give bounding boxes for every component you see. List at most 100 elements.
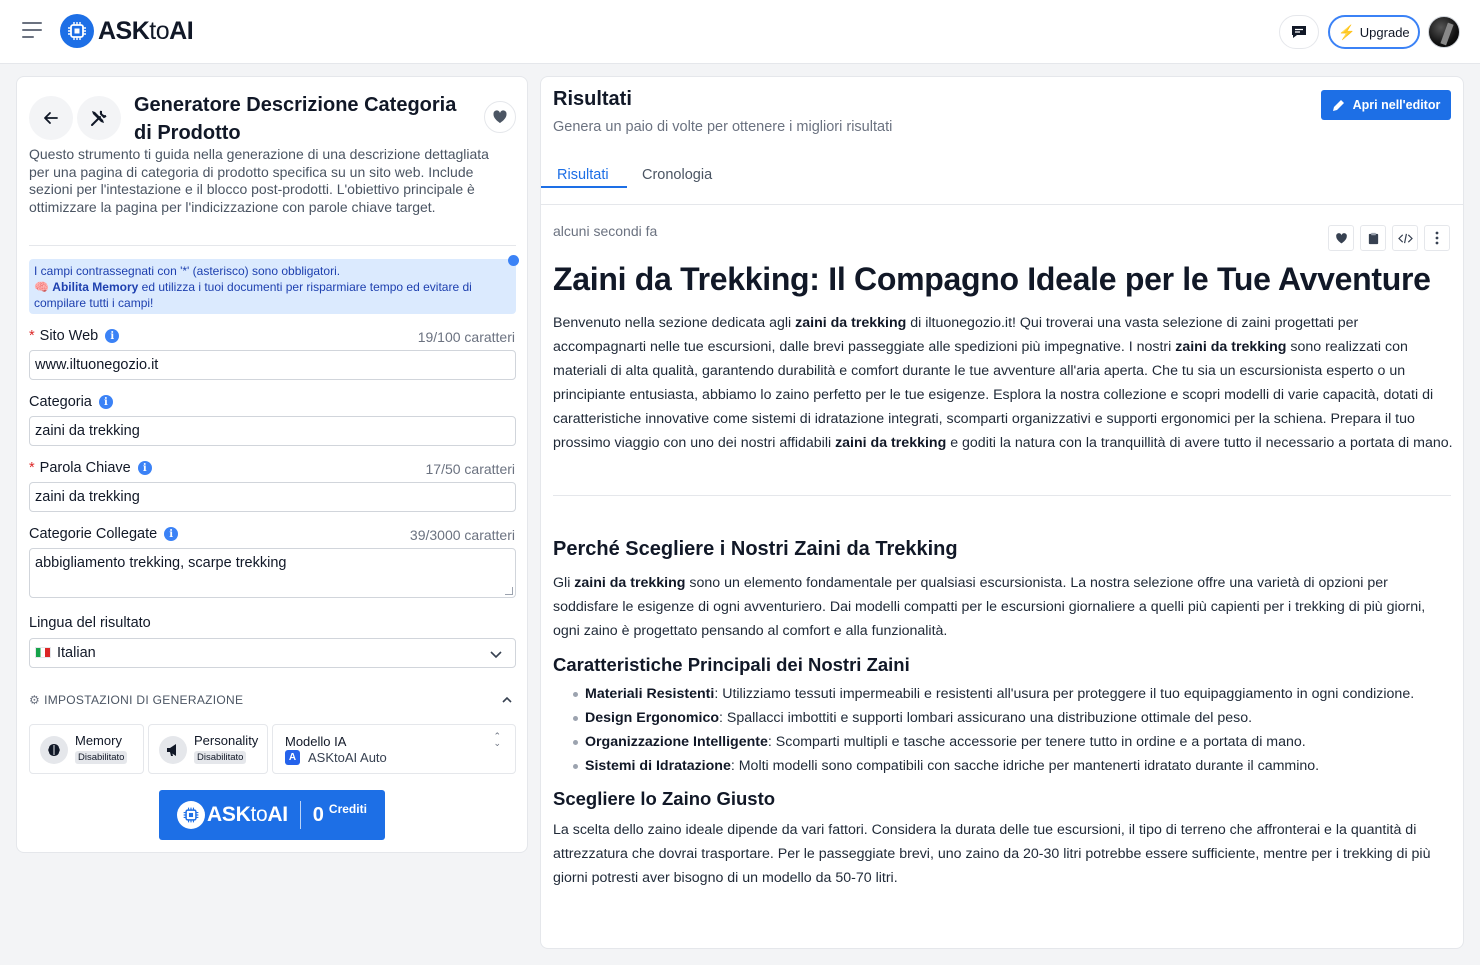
notice-box: I campi contrassegnati con '*' (asterisc… [29, 259, 516, 314]
info-icon[interactable]: i [164, 527, 179, 541]
logo-chip-icon [60, 14, 94, 48]
bolt-icon: ⚡ [1338, 23, 1356, 40]
upgrade-button[interactable]: ⚡ Upgrade [1328, 15, 1420, 49]
generate-logo-text: ASKtoAI [207, 803, 288, 826]
favorite-result-button[interactable] [1328, 225, 1354, 251]
article-content: Zaini da Trekking: Il Compagno Ideale pe… [553, 257, 1453, 890]
parola-chiave-counter: 17/50 caratteri [425, 461, 516, 477]
updown-chevron-icon: ⌃ ⌄ [493, 731, 501, 748]
list-item: Materiali Resistenti: Utilizziamo tessut… [573, 682, 1453, 706]
article-heading-features: Caratteristiche Principali dei Nostri Za… [553, 654, 910, 675]
top-bar: ASKtoAI ⚡ Upgrade [0, 0, 1480, 64]
article-intro: Benvenuto nella sezione dedicata agli za… [553, 315, 1453, 451]
model-value: A ASKtoAI Auto [285, 750, 387, 765]
favorite-button[interactable] [484, 101, 516, 133]
tab-risultati[interactable]: Risultati [557, 167, 609, 183]
megaphone-icon [159, 736, 187, 764]
chevron-up-icon[interactable] [501, 694, 513, 706]
more-vertical-icon [1435, 231, 1439, 245]
divider [29, 245, 516, 246]
app-logo[interactable]: ASKtoAI [60, 14, 194, 48]
result-timestamp: alcuni secondi fa [553, 223, 658, 239]
asktoai-model-icon: A [285, 750, 300, 765]
article-paragraph-why: Gli zaini da trekking sono un elemento f… [553, 575, 1426, 639]
active-tab-indicator [541, 186, 627, 188]
arrow-left-icon [44, 112, 58, 124]
list-item: Sistemi di Idratazione: Molti modelli so… [573, 754, 1453, 778]
list-item: Design Ergonomico: Spallacci imbottiti e… [573, 706, 1453, 730]
clipboard-icon [1368, 232, 1378, 244]
notification-dot [508, 255, 519, 266]
tools-button[interactable] [77, 96, 121, 140]
memory-status-badge: Disabilitato [75, 751, 128, 764]
heart-icon [1335, 232, 1347, 243]
sito-web-input[interactable]: www.iltuonegozio.it [29, 350, 516, 380]
categorie-collegate-counter: 39/3000 caratteri [409, 527, 515, 543]
enable-memory-link[interactable]: Abilita Memory [52, 280, 138, 294]
article-heading-choose: Scegliere lo Zaino Giusto [553, 788, 776, 809]
article-title: Zaini da Trekking: Il Compagno Ideale pe… [553, 261, 1431, 297]
brain-icon: 🧠 [34, 280, 49, 294]
article-heading-why: Perché Scegliere i Nostri Zaini da Trekk… [553, 538, 958, 560]
chat-icon [1292, 26, 1306, 38]
credits-count: 0 [312, 803, 324, 826]
features-list: Materiali Resistenti: Utilizziamo tessut… [553, 682, 1453, 778]
pencil-icon [1332, 100, 1344, 111]
lingua-label: Lingua del risultato [29, 615, 151, 631]
memory-card[interactable]: Memory Disabilitato [29, 724, 144, 774]
tab-cronologia[interactable]: Cronologia [642, 167, 712, 183]
sito-web-counter: 19/100 caratteri [417, 329, 515, 345]
article-paragraph-choose: La scelta dello zaino ideale dipende da … [553, 822, 1431, 886]
categoria-input[interactable]: zaini da trekking [29, 416, 516, 446]
article-divider [553, 495, 1451, 496]
credits-label: Crediti [328, 802, 367, 816]
info-icon[interactable]: i [137, 461, 152, 475]
generation-settings-toggle[interactable]: ⚙ IMPOSTAZIONI DI GENERAZIONE [29, 693, 516, 707]
model-title: Modello IA [285, 734, 347, 749]
parola-chiave-input[interactable]: zaini da trekking [29, 482, 516, 512]
avatar[interactable] [1428, 16, 1460, 48]
logo-chip-icon [177, 801, 205, 829]
personality-title: Personality [194, 733, 259, 748]
generate-button[interactable]: ASKtoAI 0 Crediti [159, 790, 385, 840]
categorie-collegate-value: abbigliamento trekking, scarpe trekking [35, 555, 287, 571]
info-icon[interactable]: i [98, 395, 113, 409]
tabs-divider [541, 204, 1463, 205]
results-subtitle: Genera un paio di volte per ottenere i m… [553, 119, 893, 135]
personality-card[interactable]: Personality Disabilitato [148, 724, 268, 774]
logo-text: ASKtoAI [98, 16, 194, 45]
model-select[interactable]: Modello IA A ASKtoAI Auto ⌃ ⌄ [272, 724, 516, 774]
tool-description: Questo strumento ti guida nella generazi… [29, 146, 489, 215]
tool-title: Generatore Descrizione Categoria di Prod… [134, 94, 457, 144]
categorie-collegate-textarea[interactable]: abbigliamento trekking, scarpe trekking [29, 548, 516, 598]
open-editor-button[interactable]: Apri nell'editor [1321, 90, 1451, 120]
categoria-label: Categoria i [29, 394, 113, 410]
gear-icon: ⚙ [29, 693, 41, 707]
tools-icon [91, 110, 107, 126]
results-title: Risultati [553, 88, 632, 110]
menu-icon[interactable] [22, 22, 42, 40]
notice-required: I campi contrassegnati con '*' (asterisc… [34, 264, 341, 278]
personality-status-badge: Disabilitato [194, 751, 247, 764]
parola-chiave-label: * Parola Chiave i [29, 460, 152, 476]
categorie-collegate-label: Categorie Collegate i [29, 526, 179, 542]
chevron-down-icon [490, 651, 502, 659]
brain-icon [40, 736, 68, 764]
code-icon [1397, 233, 1413, 243]
more-options-button[interactable] [1424, 225, 1450, 251]
lingua-value: Italian [57, 645, 96, 661]
resize-handle[interactable] [505, 587, 513, 595]
back-button[interactable] [29, 96, 73, 140]
copy-result-button[interactable] [1360, 225, 1386, 251]
results-panel: Risultati Genera un paio di volte per ot… [540, 76, 1464, 949]
list-item: Organizzazione Intelligente: Scomparti m… [573, 730, 1453, 754]
heart-icon [493, 110, 507, 123]
italy-flag-icon [35, 647, 51, 658]
code-view-button[interactable] [1392, 225, 1418, 251]
sito-web-label: * Sito Web i [29, 328, 120, 344]
lingua-select[interactable]: Italian [29, 638, 516, 668]
memory-title: Memory [75, 733, 122, 748]
chat-button[interactable] [1279, 15, 1319, 49]
info-icon[interactable]: i [105, 329, 120, 343]
tool-panel: Generatore Descrizione Categoria di Prod… [16, 76, 528, 853]
